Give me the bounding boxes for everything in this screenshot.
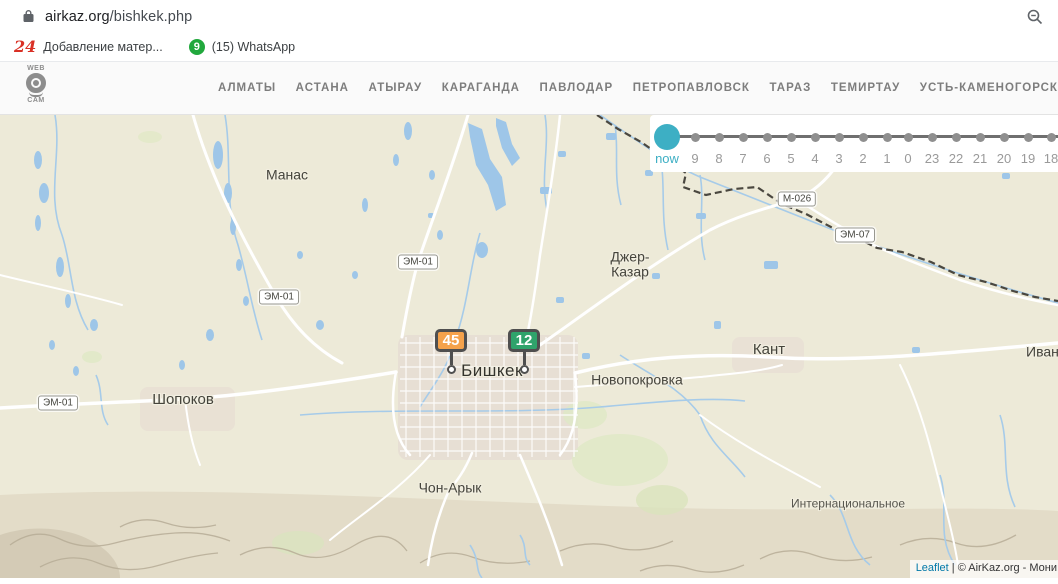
attribution-text: | © AirKaz.org - Мони	[949, 562, 1057, 574]
logo-text-cam: CAM	[27, 97, 44, 104]
label-internatsionalnoye: Интернациональное	[791, 498, 905, 511]
leaflet-map[interactable]: ЭМ-01 ЭМ-01 ЭМ-01 М-026 ЭМ-07 Манас Джер…	[0, 115, 1058, 578]
webcam-icon	[26, 73, 46, 93]
slider-dot[interactable]	[976, 133, 985, 142]
aqi-value-sign: 45	[435, 329, 467, 352]
marker-stem	[450, 352, 453, 365]
slider-dot[interactable]	[715, 133, 724, 142]
slider-dot[interactable]	[928, 133, 937, 142]
label-novopokrovka: Новопокровка	[591, 373, 683, 388]
label-manas: Манас	[266, 168, 308, 183]
slider-dot[interactable]	[1000, 133, 1009, 142]
label-kant: Кант	[753, 342, 785, 358]
slider-dot[interactable]	[787, 133, 796, 142]
marker-stem	[523, 352, 526, 365]
webcam-logo[interactable]: WEB CAM	[14, 65, 58, 104]
road-shield-em01: ЭМ-01	[259, 290, 299, 305]
bookmarks-bar: 24 Добавление матер... 9 (15) WhatsApp	[0, 33, 1058, 62]
bookmark-24kg[interactable]: 24 Добавление матер...	[8, 36, 169, 58]
aqi-value-sign: 12	[508, 329, 540, 352]
slider-dot[interactable]	[811, 133, 820, 142]
slider-dot[interactable]	[952, 133, 961, 142]
nav-taraz[interactable]: ТАРАЗ	[770, 82, 812, 94]
road-shield-em01: ЭМ-01	[38, 396, 78, 411]
road-shield-m026: М-026	[778, 192, 816, 207]
time-slider[interactable]: now 9 8 7 6 5 4 3 2 1 0 23 22 21 20 19 1…	[650, 115, 1058, 172]
slider-dot[interactable]	[739, 133, 748, 142]
url-text[interactable]: airkaz.org/bishkek.php	[45, 9, 192, 25]
slider-dot[interactable]	[763, 133, 772, 142]
nav-almaty[interactable]: АЛМАТЫ	[218, 82, 276, 94]
bookmark-whatsapp[interactable]: 9 (15) WhatsApp	[183, 36, 301, 58]
label-shopokov: Шопоков	[152, 392, 214, 408]
slider-dot[interactable]	[1047, 133, 1056, 142]
nav-astana[interactable]: АСТАНА	[296, 82, 349, 94]
24kg-favicon: 24	[14, 39, 36, 55]
slider-handle[interactable]	[654, 124, 680, 150]
slider-dot[interactable]	[1024, 133, 1033, 142]
slider-dot[interactable]	[835, 133, 844, 142]
lock-icon[interactable]	[22, 9, 35, 24]
nav-petropavlovsk[interactable]: ПЕТРОПАВЛОВСК	[633, 82, 750, 94]
label-ivanovka: Ивановка	[1026, 345, 1058, 360]
site-header: WEB CAM АЛМАТЫ АСТАНА АТЫРАУ КАРАГАНДА П…	[0, 62, 1058, 115]
url-domain: airkaz.org	[45, 9, 110, 25]
city-nav: АЛМАТЫ АСТАНА АТЫРАУ КАРАГАНДА ПАВЛОДАР …	[218, 62, 1058, 114]
zoom-out-icon[interactable]	[1026, 8, 1044, 26]
slider-dot[interactable]	[691, 133, 700, 142]
slider-dot[interactable]	[859, 133, 868, 142]
map-attribution: Leaflet | © AirKaz.org - Мони	[910, 560, 1058, 578]
marker-base-circle	[520, 365, 529, 374]
nav-karaganda[interactable]: КАРАГАНДА	[442, 82, 520, 94]
slider-dot[interactable]	[883, 133, 892, 142]
road-shield-em07: ЭМ-07	[835, 228, 875, 243]
url-path: /bishkek.php	[110, 9, 193, 25]
road-shield-em01: ЭМ-01	[398, 255, 438, 270]
bookmark-label: (15) WhatsApp	[212, 40, 295, 54]
aqi-marker-12[interactable]: 12	[508, 329, 540, 374]
marker-base-circle	[447, 365, 456, 374]
nav-temirtau[interactable]: ТЕМИРТАУ	[831, 82, 900, 94]
leaflet-link[interactable]: Leaflet	[916, 562, 949, 574]
label-dzher-kazar: Джер- Казар	[610, 249, 649, 278]
nav-atyrau[interactable]: АТЫРАУ	[369, 82, 423, 94]
whatsapp-favicon: 9	[189, 39, 205, 55]
address-bar: airkaz.org/bishkek.php	[0, 0, 1058, 33]
slider-dot[interactable]	[904, 133, 913, 142]
label-chon-aryk: Чон-Арык	[419, 481, 482, 496]
logo-text-web: WEB	[27, 65, 45, 72]
bookmark-label: Добавление матер...	[43, 40, 162, 54]
nav-pavlodar[interactable]: ПАВЛОДАР	[540, 82, 614, 94]
nav-ust-kamenogorsk[interactable]: УСТЬ-КАМЕНОГОРСК	[920, 82, 1058, 94]
aqi-marker-45[interactable]: 45	[435, 329, 467, 374]
